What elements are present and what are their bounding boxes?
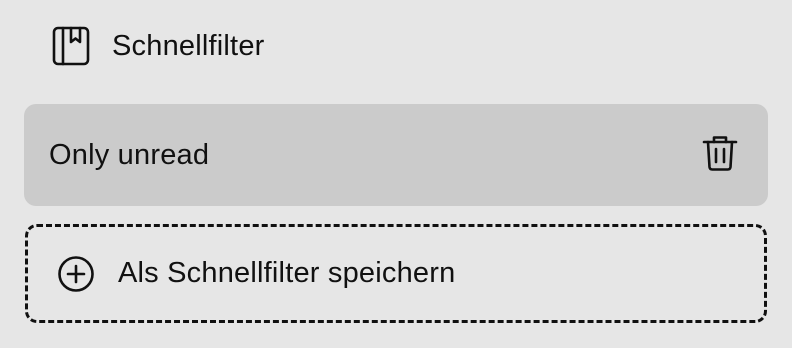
section-title: Schnellfilter — [112, 30, 265, 62]
delete-filter-button[interactable] — [700, 133, 740, 177]
section-header: Schnellfilter — [50, 24, 265, 68]
quick-filter-label: Only unread — [49, 138, 210, 171]
save-quick-filter-label: Als Schnellfilter speichern — [118, 257, 456, 289]
save-quick-filter-button[interactable]: Als Schnellfilter speichern — [25, 224, 767, 323]
bookmark-book-icon — [50, 24, 92, 68]
plus-circle-icon — [56, 254, 96, 294]
quick-filter-item[interactable]: Only unread — [24, 104, 768, 206]
trash-icon — [702, 134, 738, 177]
